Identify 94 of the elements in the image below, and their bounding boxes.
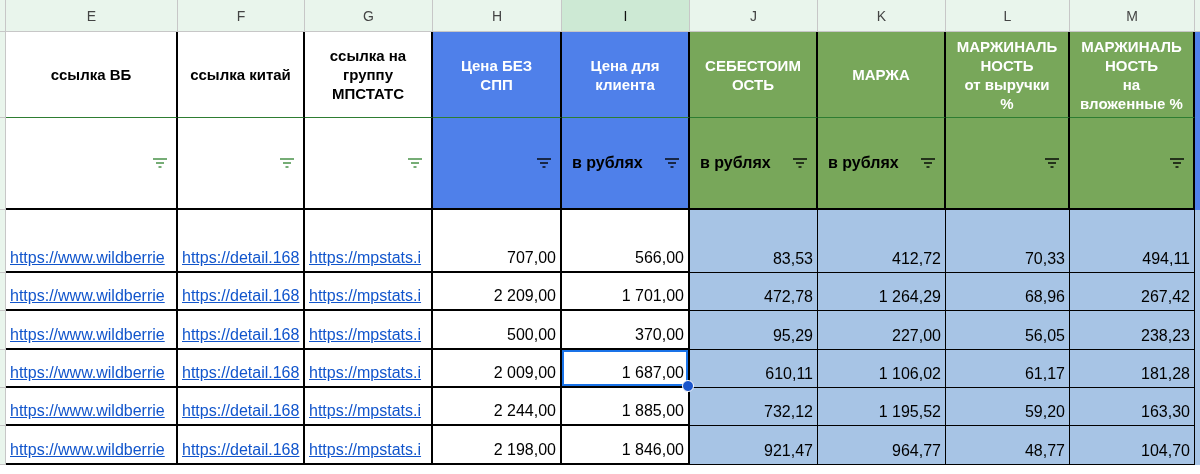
row-header[interactable] — [0, 388, 6, 426]
header-cell: Цена БЕЗ СПП — [433, 32, 562, 118]
table-cell: 181,28 — [1070, 350, 1195, 388]
link[interactable]: https://detail.168 — [178, 426, 305, 465]
row-header[interactable] — [0, 32, 6, 118]
link[interactable]: https://www.wildberrie — [6, 273, 178, 311]
row-header[interactable] — [0, 118, 6, 210]
link[interactable]: https://mpstats.i — [305, 350, 433, 388]
table-cell: 732,12 — [690, 388, 818, 426]
column-header[interactable]: F — [178, 0, 305, 32]
table-cell: 472,78 — [690, 273, 818, 311]
filter-icon[interactable] — [1044, 158, 1060, 168]
table-cell: 70,33 — [946, 210, 1070, 273]
table-cell: 238,23 — [1070, 311, 1195, 350]
column-header[interactable]: J — [690, 0, 818, 32]
filter-icon[interactable] — [792, 158, 808, 168]
column-header[interactable]: E — [6, 0, 178, 32]
table-cell: 2 198,00 — [433, 426, 562, 465]
link[interactable]: https://detail.168 — [178, 388, 305, 426]
table-cell: 1 846,00 — [562, 426, 690, 465]
header-cell: МАРЖА — [818, 32, 946, 118]
link[interactable]: https://mpstats.i — [305, 426, 433, 465]
table-cell: 964,77 — [818, 426, 946, 465]
table-cell: 267,42 — [1070, 273, 1195, 311]
table-cell: 610,11 — [690, 350, 818, 388]
header-cell: МАРЖИНАЛЬ НОСТЬ на вложенные % — [1070, 32, 1195, 118]
table-cell: 48,77 — [946, 426, 1070, 465]
link[interactable]: https://www.wildberrie — [6, 388, 178, 426]
table-cell: 1 885,00 — [562, 388, 690, 426]
table-cell: 707,00 — [433, 210, 562, 273]
table-cell: 1 264,29 — [818, 273, 946, 311]
link[interactable]: https://www.wildberrie — [6, 426, 178, 465]
table-cell: 83,53 — [690, 210, 818, 273]
filter-icon[interactable] — [920, 158, 936, 168]
fill-handle[interactable] — [682, 380, 694, 392]
link[interactable]: https://detail.168 — [178, 311, 305, 350]
table-cell: 2 009,00 — [433, 350, 562, 388]
row-header[interactable] — [0, 426, 6, 465]
link[interactable]: https://mpstats.i — [305, 388, 433, 426]
link[interactable]: https://mpstats.i — [305, 210, 433, 273]
column-header[interactable]: G — [305, 0, 433, 32]
row-header[interactable] — [0, 210, 6, 273]
unit-label: в рублях — [572, 154, 644, 172]
table-cell: 370,00 — [562, 311, 690, 350]
table-cell: 2 244,00 — [433, 388, 562, 426]
link[interactable]: https://mpstats.i — [305, 311, 433, 350]
table-cell: 163,30 — [1070, 388, 1195, 426]
filter-icon[interactable] — [1169, 158, 1185, 168]
table-cell: 227,00 — [818, 311, 946, 350]
table-cell: 1 701,00 — [562, 273, 690, 311]
link[interactable]: https://mpstats.i — [305, 273, 433, 311]
row-header[interactable] — [0, 273, 6, 311]
unit-label: в рублях — [828, 154, 900, 172]
filter-icon[interactable] — [664, 158, 680, 168]
header-cell: СЕБЕСТОИМ ОСТЬ — [690, 32, 818, 118]
column-header[interactable]: I — [562, 0, 690, 32]
table-cell: 500,00 — [433, 311, 562, 350]
table-cell: 104,70 — [1070, 426, 1195, 465]
link[interactable]: https://detail.168 — [178, 350, 305, 388]
filter-icon[interactable] — [536, 158, 552, 168]
header-cell: ссылка ВБ — [6, 32, 178, 118]
table-cell: 68,96 — [946, 273, 1070, 311]
header-cell: МАРЖИНАЛЬ НОСТЬ от выручки % — [946, 32, 1070, 118]
table-cell: 1 195,52 — [818, 388, 946, 426]
unit-label: в рублях — [700, 154, 772, 172]
filter-icon[interactable] — [152, 158, 168, 168]
row-header[interactable] — [0, 350, 6, 388]
header-cell: Цена для клиента — [562, 32, 690, 118]
table-cell: 56,05 — [946, 311, 1070, 350]
link[interactable]: https://www.wildberrie — [6, 311, 178, 350]
header-cell: ссылка китай — [178, 32, 305, 118]
column-header[interactable]: H — [433, 0, 562, 32]
column-header[interactable] — [1195, 0, 1200, 32]
table-cell: 921,47 — [690, 426, 818, 465]
filter-icon[interactable] — [407, 158, 423, 168]
header-cell: ссылка на группу МПСТАТС — [305, 32, 433, 118]
table-cell: 2 209,00 — [433, 273, 562, 311]
column-header[interactable]: L — [946, 0, 1070, 32]
table-cell: 566,00 — [562, 210, 690, 273]
filter-icon[interactable] — [279, 158, 295, 168]
link[interactable]: https://www.wildberrie — [6, 210, 178, 273]
column-header[interactable]: M — [1070, 0, 1195, 32]
table-cell: 59,20 — [946, 388, 1070, 426]
row-header[interactable] — [0, 311, 6, 350]
link[interactable]: https://www.wildberrie — [6, 350, 178, 388]
corner-cell — [0, 0, 6, 32]
table-cell: 95,29 — [690, 311, 818, 350]
table-cell: 412,72 — [818, 210, 946, 273]
table-cell: 494,11 — [1070, 210, 1195, 273]
link[interactable]: https://detail.168 — [178, 273, 305, 311]
table-cell: 61,17 — [946, 350, 1070, 388]
table-cell: 1 106,02 — [818, 350, 946, 388]
column-header[interactable]: K — [818, 0, 946, 32]
link[interactable]: https://detail.168 — [178, 210, 305, 273]
